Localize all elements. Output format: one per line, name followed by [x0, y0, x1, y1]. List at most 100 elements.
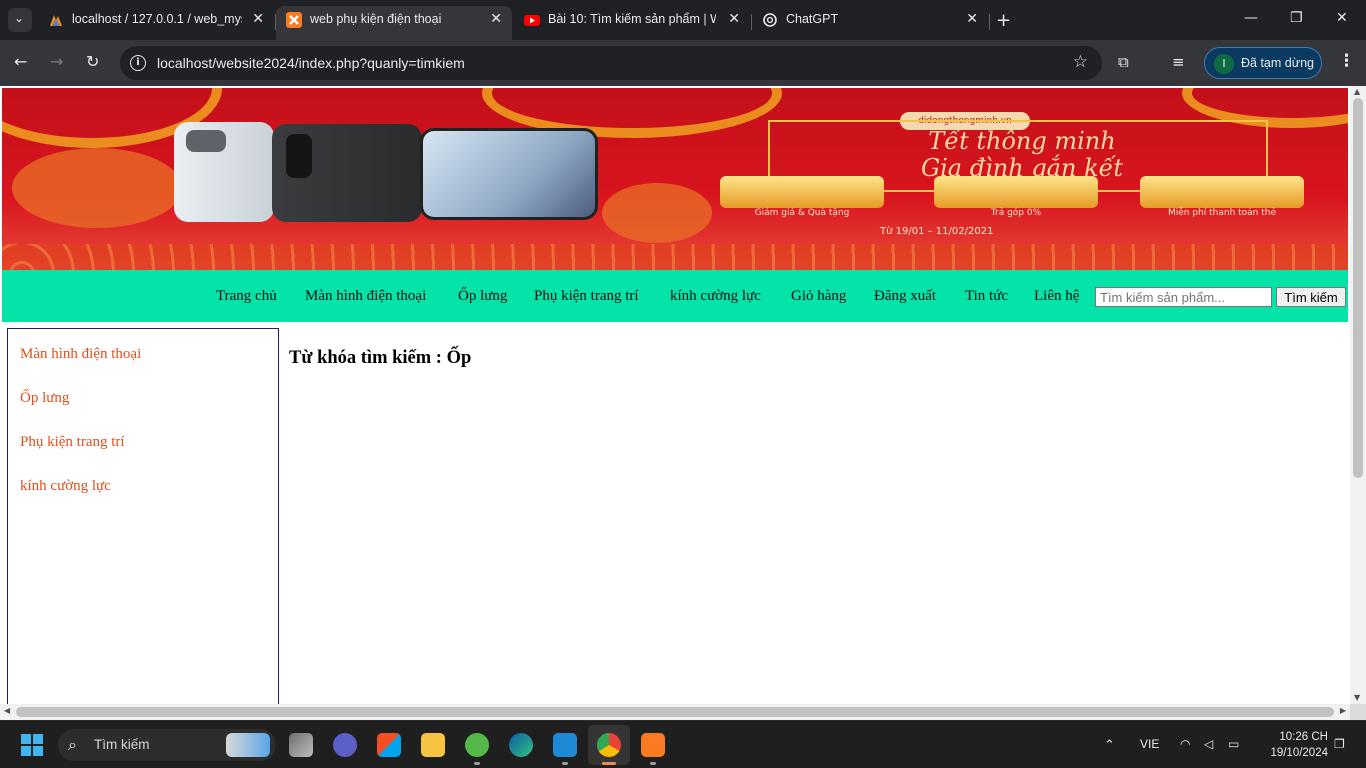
chevron-up-icon[interactable]: ⌃ — [1104, 737, 1115, 753]
nav-phone-screens[interactable]: Màn hình điện thoại — [305, 288, 426, 305]
window-close-button[interactable]: ✕ — [1336, 10, 1348, 26]
sidebar-item-tempered-glass[interactable]: kính cường lực — [20, 478, 111, 495]
sidebar-item-accessories[interactable]: Phụ kiện trang trí — [20, 434, 125, 451]
clock-time: 10:26 CH — [1279, 731, 1328, 743]
phone-image — [272, 124, 422, 222]
horizontal-scrollbar[interactable]: ◀ ▶ — [0, 704, 1350, 720]
chatgpt-icon — [763, 13, 777, 27]
running-indicator — [650, 762, 656, 765]
chrome-icon[interactable] — [597, 733, 621, 757]
vertical-scrollbar[interactable]: ▲ ▼ — [1350, 86, 1366, 704]
page-viewport: didongthongminh.vn Tết thông minh Gia đì… — [0, 86, 1350, 704]
close-icon[interactable]: ✕ — [252, 11, 264, 27]
scroll-down-icon[interactable]: ▼ — [1354, 693, 1360, 702]
scroll-left-icon[interactable]: ◀ — [4, 706, 10, 715]
battery-icon[interactable]: ▭ — [1228, 737, 1239, 751]
vscode-icon[interactable] — [553, 733, 577, 757]
windows-start-icon[interactable] — [21, 734, 43, 756]
phone-image — [174, 122, 274, 222]
task-view-icon[interactable] — [289, 733, 313, 757]
xampp-icon[interactable] — [641, 733, 665, 757]
nav-accessories[interactable]: Phụ kiện trang trí — [534, 288, 639, 305]
site-info-icon[interactable]: i — [130, 55, 146, 71]
scrollbar-thumb[interactable] — [1353, 98, 1363, 478]
app-icon[interactable] — [465, 733, 489, 757]
product-search-input[interactable] — [1095, 287, 1272, 307]
minimize-button[interactable]: — — [1244, 10, 1258, 26]
scroll-up-icon[interactable]: ▲ — [1354, 87, 1360, 96]
nav-tempered-glass[interactable]: kính cường lực — [670, 288, 761, 305]
tab-title: web phụ kiện điện thoại — [310, 12, 442, 26]
tab-phpmyadmin[interactable]: localhost / 127.0.0.1 / web_mysql ✕ — [38, 6, 274, 34]
phpmyadmin-icon — [50, 15, 62, 26]
tab-title: localhost / 127.0.0.1 / web_mysql — [72, 12, 242, 26]
scrollbar-thumb[interactable] — [16, 707, 1334, 717]
tab-chatgpt[interactable]: ChatGPT ✕ — [752, 6, 988, 34]
nav-contact[interactable]: Liên hệ — [1034, 288, 1079, 305]
youtube-icon — [524, 15, 540, 26]
profile-button[interactable]: I Đã tạm dừng — [1204, 47, 1322, 79]
phone-image — [420, 128, 598, 220]
forward-button[interactable]: → — [50, 52, 63, 71]
clock-date: 19/10/2024 — [1270, 747, 1328, 759]
search-result-heading: Từ khóa tìm kiếm : Ốp — [289, 348, 472, 368]
browser-menu-icon[interactable]: ⋮ — [1338, 51, 1355, 71]
perk-text: Giảm giá & Quà tặng — [754, 208, 850, 218]
language-indicator[interactable]: VIE — [1140, 737, 1159, 751]
search-button[interactable]: Tìm kiếm — [1276, 287, 1346, 307]
volume-icon[interactable]: ◁ — [1204, 737, 1213, 751]
wifi-icon[interactable]: ◠ — [1180, 737, 1190, 751]
url-text[interactable]: localhost/website2024/index.php?quanly=t… — [157, 55, 465, 71]
microsoft-store-icon[interactable] — [377, 733, 401, 757]
perk-badge — [934, 176, 1098, 208]
edge-icon[interactable] — [509, 733, 533, 757]
promo-banner: didongthongminh.vn Tết thông minh Gia đì… — [2, 88, 1348, 270]
taskbar-search[interactable]: ⌕ Tìm kiếm — [58, 729, 276, 761]
notification-icon[interactable]: ❐ — [1334, 737, 1345, 751]
close-icon[interactable]: ✕ — [728, 11, 740, 27]
running-indicator — [562, 762, 568, 765]
flower-decoration — [12, 148, 182, 228]
nav-home[interactable]: Trang chủ — [216, 288, 277, 305]
nav-news[interactable]: Tin tức — [965, 288, 1008, 305]
address-bar[interactable]: i localhost/website2024/index.php?quanly… — [120, 46, 1102, 80]
scroll-right-icon[interactable]: ▶ — [1340, 706, 1346, 715]
sidebar-item-cases[interactable]: Ốp lưng — [20, 390, 69, 407]
media-controls-icon[interactable]: ≡ — [1172, 53, 1185, 71]
tab-search-button[interactable]: ⌄ — [8, 8, 32, 32]
file-explorer-icon[interactable] — [421, 733, 445, 757]
tab-web-phu-kien[interactable]: web phụ kiện điện thoại ✕ — [276, 6, 512, 40]
reload-button[interactable]: ↻ — [86, 52, 99, 71]
banner-date-range: Từ 19/01 – 11/02/2021 — [880, 226, 994, 237]
close-icon[interactable]: ✕ — [966, 11, 978, 27]
search-highlight-image — [226, 733, 270, 757]
sidebar-item-phone-screens[interactable]: Màn hình điện thoại — [20, 346, 141, 363]
banner-headline: Tết thông minh Gia đình gắn kết — [802, 128, 1242, 182]
tab-title: ChatGPT — [786, 12, 839, 26]
flower-decoration — [602, 183, 712, 243]
extensions-icon[interactable]: ⧉ — [1118, 53, 1129, 71]
avatar: I — [1214, 54, 1234, 74]
back-button[interactable]: ← — [14, 52, 27, 71]
active-indicator — [602, 762, 616, 765]
nav-cases[interactable]: Ốp lưng — [458, 288, 507, 305]
close-icon[interactable]: ✕ — [490, 11, 502, 27]
scrollbar-corner — [1350, 704, 1366, 720]
tab-youtube[interactable]: Bài 10: Tìm kiếm sản phẩm | Web ✕ — [514, 6, 750, 34]
restore-button[interactable]: ❐ — [1290, 10, 1303, 26]
running-indicator — [474, 762, 480, 765]
nav-cart[interactable]: Giỏ hàng — [791, 288, 846, 305]
xampp-icon — [286, 12, 302, 28]
perk-text: Miễn phí thanh toán thẻ — [1167, 208, 1277, 218]
perk-badge — [720, 176, 884, 208]
chevron-down-icon: ⌄ — [14, 11, 25, 25]
teams-icon[interactable] — [333, 733, 357, 757]
bookmark-star-icon[interactable]: ☆ — [1073, 52, 1088, 72]
taskbar-clock[interactable]: 10:26 CH 19/10/2024 — [1258, 729, 1328, 761]
nav-logout[interactable]: Đăng xuất — [874, 288, 936, 305]
banner-headline-line1: Tết thông minh — [928, 127, 1116, 155]
taskbar-search-label: Tìm kiếm — [94, 737, 150, 752]
browser-tab-strip: ⌄ localhost / 127.0.0.1 / web_mysql ✕ we… — [0, 0, 1366, 40]
category-sidebar: Màn hình điện thoại Ốp lưng Phụ kiện tra… — [7, 328, 279, 704]
new-tab-button[interactable]: + — [996, 10, 1011, 31]
